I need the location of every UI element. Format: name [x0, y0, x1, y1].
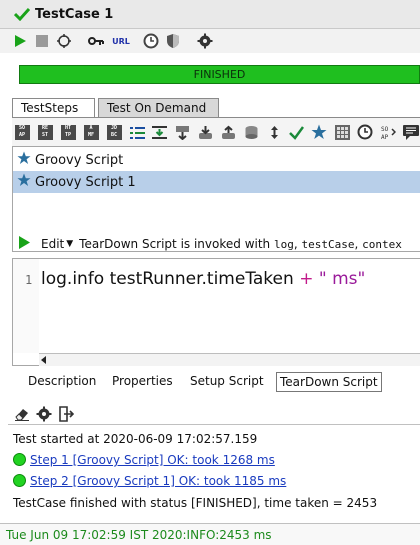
var-log: log — [273, 237, 294, 251]
separator: , — [354, 237, 359, 251]
status-ok-icon — [13, 474, 26, 487]
log-step-2[interactable]: Step 2 [Groovy Script 1] OK: took 1185 m… — [13, 474, 286, 488]
main-toolbar: URL — [0, 29, 420, 53]
export-icon[interactable] — [58, 406, 74, 422]
scroll-left-icon[interactable] — [41, 356, 46, 364]
run-progress-bar: FINISHED — [19, 65, 420, 84]
run-icon[interactable] — [12, 33, 28, 49]
test-log-panel: Test started at 2020-06-09 17:02:57.159 … — [8, 424, 420, 520]
arrows-vertical-icon[interactable] — [266, 124, 282, 140]
gear-icon[interactable] — [197, 33, 213, 49]
var-testcase: testCase — [301, 237, 355, 251]
status-bar: Tue Jun 09 17:02:59 IST 2020:INFO:2453 m… — [0, 523, 420, 545]
step-2-link[interactable]: Step 2 [Groovy Script 1] OK: took 1185 m… — [30, 474, 286, 488]
jdbc-request-icon[interactable]: JD BC — [106, 124, 122, 140]
clock-icon[interactable] — [143, 33, 159, 49]
soap-request-icon[interactable]: SO AP — [14, 124, 30, 140]
stop-icon[interactable] — [34, 33, 50, 49]
window-title: TestCase 1 — [35, 7, 114, 22]
star-icon[interactable] — [311, 124, 327, 140]
var-context: contex — [362, 237, 402, 251]
tab-properties[interactable]: Properties — [112, 372, 173, 392]
log-step-1[interactable]: Step 1 [Groovy Script] OK: took 1268 ms — [13, 453, 275, 467]
rest-request-icon[interactable]: RE ST — [37, 124, 53, 140]
tab-description[interactable]: Description — [28, 372, 96, 392]
script-editor-bar: Edit ▼ TearDown Script is invoked with l… — [12, 233, 420, 255]
list-item[interactable]: Groovy Script 1 — [13, 171, 420, 193]
tab-setup-script[interactable]: Setup Script — [190, 372, 264, 392]
log-toolbar — [0, 402, 420, 424]
database-icon[interactable] — [243, 124, 259, 140]
grid-icon[interactable] — [334, 124, 350, 140]
tab-test-on-demand[interactable]: Test On Demand — [98, 98, 219, 118]
script-description: TearDown Script is invoked with — [79, 237, 271, 251]
soap-mock-icon[interactable]: SO AP — [380, 124, 396, 140]
loop-icon[interactable] — [56, 33, 72, 49]
title-bar: TestCase 1 — [0, 0, 420, 29]
line-number: 1 — [25, 273, 33, 287]
eraser-icon[interactable] — [14, 406, 30, 422]
code-text: log.info testRunner.timeTaken — [41, 269, 294, 289]
log-finished: TestCase finished with status [FINISHED]… — [13, 496, 378, 510]
edit-menu[interactable]: Edit — [41, 237, 64, 251]
horizontal-scrollbar[interactable] — [39, 353, 420, 366]
separator: , — [293, 237, 298, 251]
step-sub-tabs: Description Properties Setup Script Tear… — [12, 370, 420, 392]
comment-icon[interactable] — [403, 124, 419, 140]
code-operator: + — [299, 269, 314, 289]
chevron-down-icon[interactable]: ▼ — [66, 239, 73, 249]
status-text: Tue Jun 09 17:02:59 IST 2020:INFO:2453 m… — [6, 528, 272, 542]
star-icon — [17, 173, 31, 191]
datasink-icon[interactable] — [220, 124, 236, 140]
url-icon[interactable]: URL — [111, 33, 131, 49]
code-line[interactable]: log.info testRunner.timeTaken + " ms" — [41, 269, 365, 289]
gear-icon[interactable] — [36, 406, 52, 422]
svg-text:AP: AP — [381, 134, 389, 140]
step-label: Groovy Script 1 — [35, 174, 136, 190]
log-started: Test started at 2020-06-09 17:02:57.159 — [13, 432, 258, 446]
star-icon — [17, 151, 31, 169]
key-icon[interactable] — [88, 33, 104, 49]
datasource-icon[interactable] — [197, 124, 213, 140]
list-item[interactable]: Groovy Script — [13, 149, 420, 171]
mock-response-icon[interactable] — [174, 124, 190, 140]
assertion-check-icon[interactable] — [288, 124, 304, 140]
tab-teststeps[interactable]: TestSteps — [12, 98, 95, 118]
delay-clock-icon[interactable] — [357, 124, 373, 140]
shield-icon[interactable] — [165, 33, 181, 49]
amf-request-icon[interactable]: A MF — [83, 124, 99, 140]
list-icon[interactable] — [129, 124, 145, 140]
svg-text:SO: SO — [381, 126, 389, 133]
step-toolbar: SO AP RE ST HT TP A MF JD BC SO AP — [12, 118, 420, 146]
http-request-icon[interactable]: HT TP — [60, 124, 76, 140]
tab-teardown-script[interactable]: TearDown Script — [276, 372, 382, 392]
run-script-icon[interactable] — [18, 236, 31, 252]
transfer-icon[interactable] — [151, 124, 167, 140]
check-icon — [13, 7, 31, 24]
step-label: Groovy Script — [35, 152, 124, 168]
step-1-link[interactable]: Step 1 [Groovy Script] OK: took 1268 ms — [30, 453, 275, 467]
status-ok-icon — [13, 453, 26, 466]
code-string: " ms" — [318, 269, 366, 289]
script-editor[interactable]: 1 log.info testRunner.timeTaken + " ms" — [12, 258, 420, 366]
